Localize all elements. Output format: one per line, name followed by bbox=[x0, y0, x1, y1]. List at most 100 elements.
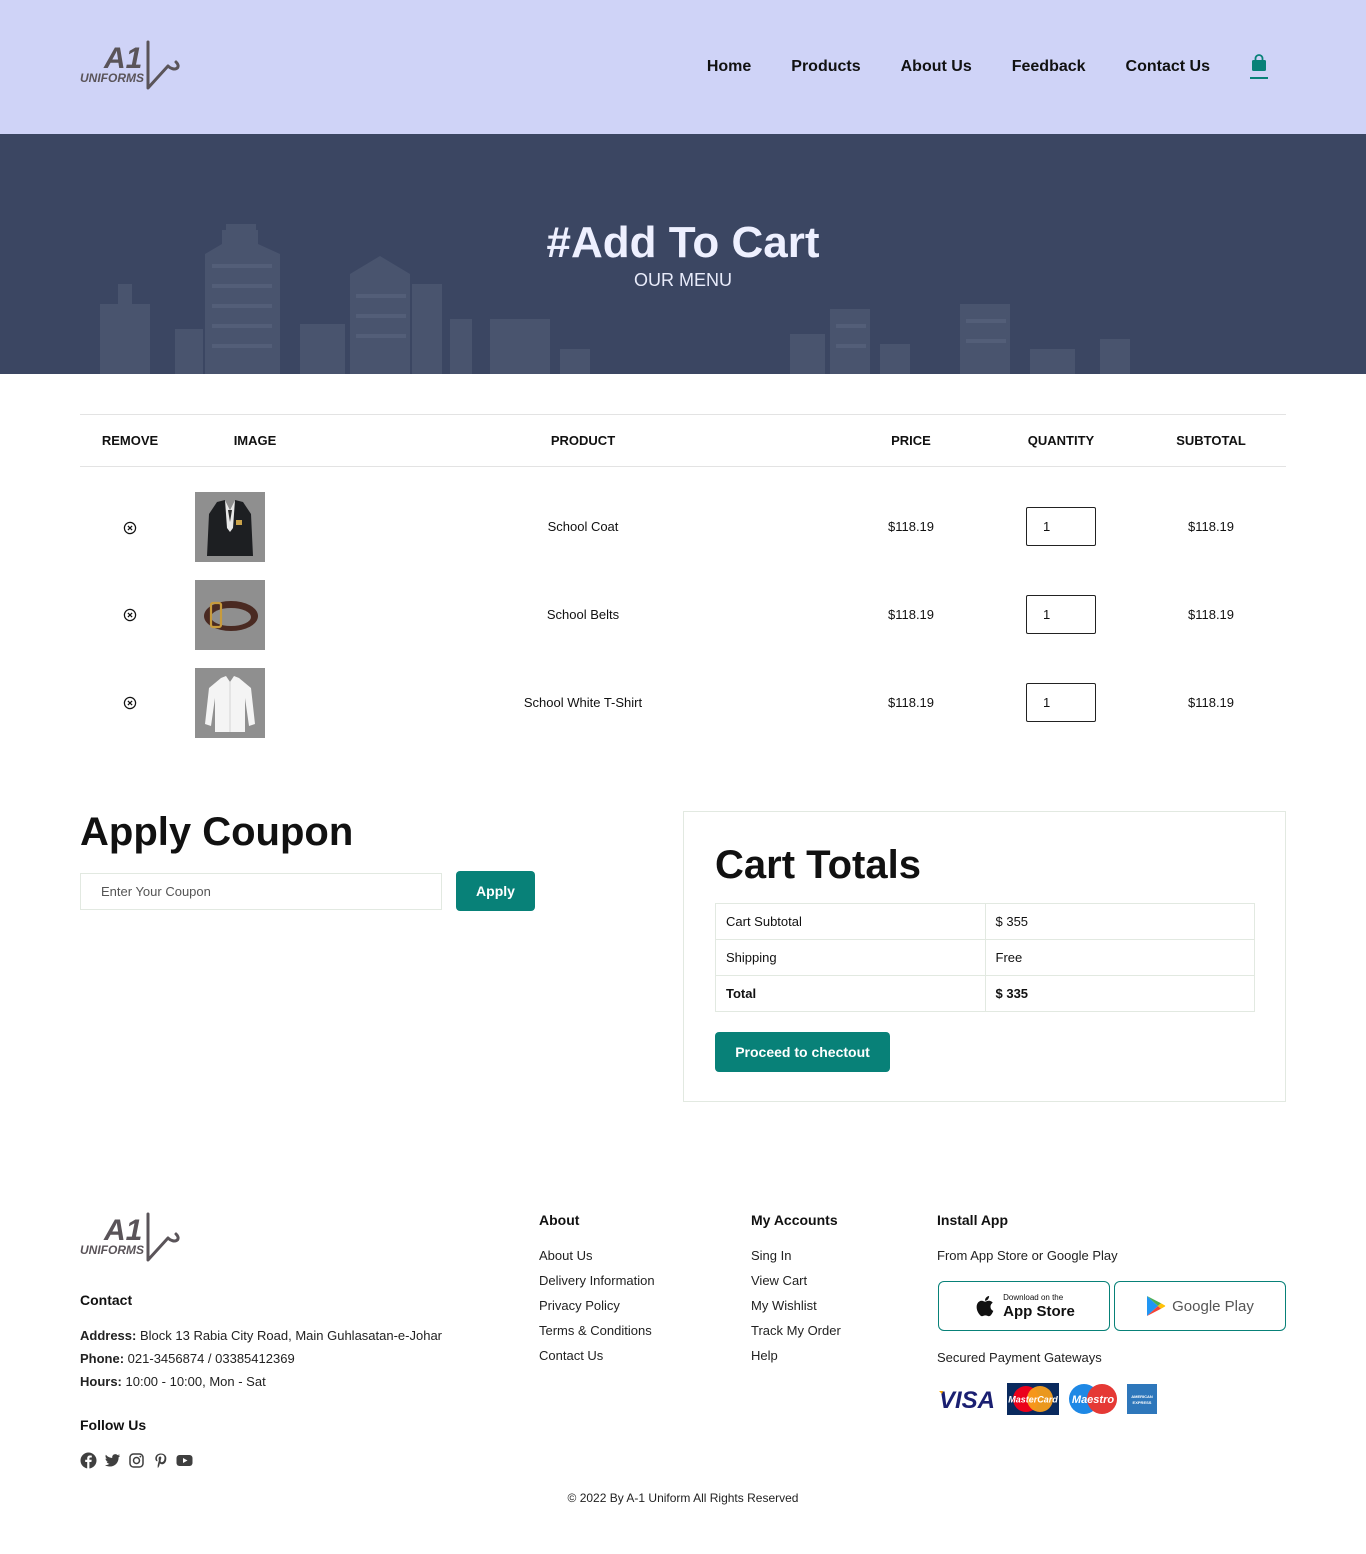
quantity-input[interactable] bbox=[1026, 507, 1096, 547]
footer-link-track-order[interactable]: Track My Order bbox=[751, 1318, 841, 1343]
footer-contact-heading: Contact bbox=[80, 1292, 133, 1308]
social-links bbox=[80, 1452, 200, 1469]
payment-text: Secured Payment Gateways bbox=[937, 1350, 1102, 1365]
copyright-text: © 2022 By A-1 Uniform All Rights Reserve… bbox=[567, 1491, 799, 1505]
google-play-button[interactable]: Google Play bbox=[1114, 1281, 1286, 1331]
svg-text:Maestro: Maestro bbox=[1072, 1394, 1114, 1406]
table-row: School Coat $118.19 $118.19 bbox=[80, 467, 1286, 571]
active-underline bbox=[1250, 77, 1268, 79]
footer-link-help[interactable]: Help bbox=[751, 1343, 841, 1368]
product-name[interactable]: School White T-Shirt bbox=[330, 659, 836, 747]
product-price: $118.19 bbox=[887, 695, 935, 710]
cart-table: REMOVE IMAGE PRODUCT PRICE QUANTITY SUBT… bbox=[80, 414, 1286, 747]
totals-value: $ 335 bbox=[984, 975, 1255, 1012]
footer-hours: Hours: 10:00 - 10:00, Mon - Sat bbox=[80, 1374, 266, 1389]
product-price: $118.19 bbox=[887, 607, 935, 622]
quantity-input[interactable] bbox=[1026, 595, 1096, 634]
svg-text:UNIFORMS: UNIFORMS bbox=[80, 71, 144, 85]
coupon-input[interactable] bbox=[80, 873, 442, 910]
table-header-row: REMOVE IMAGE PRODUCT PRICE QUANTITY SUBT… bbox=[80, 414, 1286, 467]
hero-banner: #Add To Cart OUR MENU bbox=[0, 134, 1366, 374]
brand-logo[interactable]: A1 UNIFORMS bbox=[78, 38, 182, 94]
app-store-button[interactable]: Download on the App Store bbox=[938, 1281, 1110, 1331]
totals-label: Total bbox=[715, 975, 986, 1012]
app-store-label: App Store bbox=[1003, 1302, 1075, 1320]
footer-link-privacy[interactable]: Privacy Policy bbox=[539, 1293, 655, 1318]
svg-text:MasterCard: MasterCard bbox=[1008, 1395, 1058, 1405]
nav-home[interactable]: Home bbox=[707, 58, 751, 76]
footer-address: Address: Block 13 Rabia City Road, Main … bbox=[80, 1328, 443, 1343]
footer-phone: Phone: 021-3456874 / 03385412369 bbox=[80, 1351, 295, 1366]
nav-contact-us[interactable]: Contact Us bbox=[1126, 58, 1210, 76]
product-subtotal: $118.19 bbox=[1187, 695, 1235, 710]
footer-link-sign-in[interactable]: Sing In bbox=[751, 1243, 841, 1268]
google-play-icon bbox=[1147, 1296, 1166, 1316]
header-product: PRODUCT bbox=[550, 433, 616, 448]
apply-coupon-button[interactable]: Apply bbox=[456, 871, 535, 911]
totals-label: Cart Subtotal bbox=[715, 903, 986, 940]
footer-install-heading: Install App bbox=[937, 1212, 1009, 1228]
footer-follow-heading: Follow Us bbox=[80, 1417, 147, 1433]
american-express-logo: AMERICAN EXPRESS bbox=[1127, 1384, 1157, 1414]
footer-link-delivery[interactable]: Delivery Information bbox=[539, 1268, 655, 1293]
footer-link-view-cart[interactable]: View Cart bbox=[751, 1268, 841, 1293]
product-name[interactable]: School Belts bbox=[330, 571, 836, 659]
header-price: PRICE bbox=[891, 433, 931, 448]
visa-logo: VISA bbox=[939, 1387, 995, 1414]
product-name[interactable]: School Coat bbox=[330, 467, 836, 571]
header-image: IMAGE bbox=[233, 433, 277, 448]
footer-about-heading: About bbox=[539, 1212, 580, 1228]
remove-circle-icon[interactable] bbox=[123, 696, 137, 710]
svg-text:AMERICAN: AMERICAN bbox=[1131, 1394, 1153, 1399]
totals-row-shipping: Shipping Free bbox=[715, 939, 1255, 976]
footer-link-contact[interactable]: Contact Us bbox=[539, 1343, 655, 1368]
cart-totals-table: Cart Subtotal $ 355 Shipping Free Total … bbox=[715, 903, 1255, 1012]
totals-label: Shipping bbox=[715, 939, 986, 976]
quantity-input[interactable] bbox=[1026, 683, 1096, 722]
product-price: $118.19 bbox=[887, 519, 935, 535]
header-remove: REMOVE bbox=[101, 433, 159, 448]
totals-value: $ 355 bbox=[984, 903, 1255, 940]
coupon-title: Apply Coupon bbox=[80, 810, 354, 854]
main-nav: Home Products About Us Feedback Contact … bbox=[667, 54, 1268, 80]
footer-link-about-us[interactable]: About Us bbox=[539, 1243, 655, 1268]
nav-about-us[interactable]: About Us bbox=[901, 58, 972, 76]
footer-contact-info: Address: Block 13 Rabia City Road, Main … bbox=[80, 1324, 500, 1393]
svg-text:UNIFORMS: UNIFORMS bbox=[80, 1243, 144, 1257]
pinterest-icon[interactable] bbox=[152, 1452, 169, 1469]
nav-feedback[interactable]: Feedback bbox=[1012, 58, 1086, 76]
twitter-icon[interactable] bbox=[104, 1452, 121, 1469]
page-title: #Add To Cart bbox=[546, 218, 820, 267]
apple-icon bbox=[976, 1296, 994, 1317]
shopping-bag-icon[interactable] bbox=[1250, 54, 1268, 80]
totals-row-total: Total $ 335 bbox=[715, 975, 1255, 1012]
payment-logos: VISA MasterCard Maestro AMERICAN EXPRESS bbox=[937, 1383, 1157, 1415]
cart-totals-title: Cart Totals bbox=[715, 843, 921, 887]
footer-about-links: About Us Delivery Information Privacy Po… bbox=[539, 1243, 655, 1368]
instagram-icon[interactable] bbox=[128, 1452, 145, 1469]
product-subtotal: $118.19 bbox=[1187, 607, 1235, 622]
cart-totals-panel: Cart Totals Cart Subtotal $ 355 Shipping… bbox=[683, 811, 1286, 1102]
footer-link-terms[interactable]: Terms & Conditions bbox=[539, 1318, 655, 1343]
footer-brand-logo[interactable]: A1 UNIFORMS bbox=[78, 1210, 182, 1266]
table-row: School Belts $118.19 $118.19 bbox=[80, 571, 1286, 659]
footer-accounts-heading: My Accounts bbox=[751, 1212, 838, 1228]
totals-value: Free bbox=[984, 939, 1255, 976]
remove-circle-icon[interactable] bbox=[123, 608, 137, 622]
google-play-label: Google Play bbox=[1172, 1297, 1254, 1315]
nav-products[interactable]: Products bbox=[791, 58, 860, 76]
product-image-white-shirt bbox=[195, 667, 265, 738]
facebook-icon[interactable] bbox=[80, 1452, 97, 1469]
footer-account-links: Sing In View Cart My Wishlist Track My O… bbox=[751, 1243, 841, 1368]
youtube-icon[interactable] bbox=[176, 1452, 193, 1469]
checkout-button[interactable]: Proceed to chectout bbox=[715, 1032, 890, 1072]
site-header: A1 UNIFORMS Home Products About Us Feedb… bbox=[0, 0, 1366, 134]
remove-circle-icon[interactable] bbox=[123, 521, 137, 535]
page-subtitle: OUR MENU bbox=[634, 270, 732, 290]
product-image-school-coat bbox=[195, 491, 265, 562]
header-quantity: QUANTITY bbox=[1027, 433, 1095, 448]
maestro-logo: Maestro bbox=[1069, 1384, 1117, 1414]
mastercard-logo: MasterCard bbox=[1007, 1383, 1059, 1415]
product-image-school-belt bbox=[195, 579, 265, 650]
footer-link-wishlist[interactable]: My Wishlist bbox=[751, 1293, 841, 1318]
